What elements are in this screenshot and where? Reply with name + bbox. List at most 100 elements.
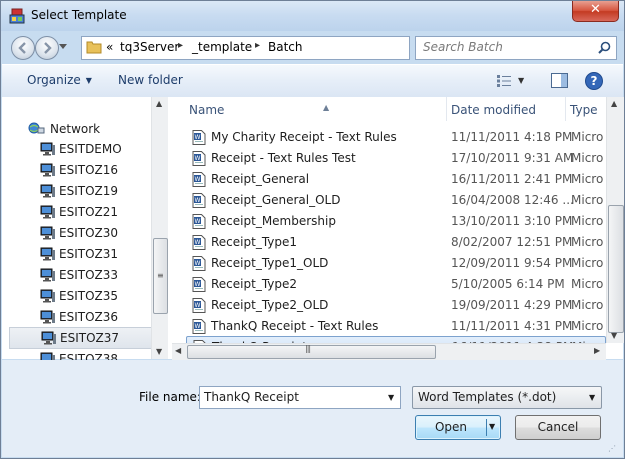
breadcrumb-template[interactable]: _template	[192, 40, 252, 54]
nav-computer-esitoz37[interactable]: ESITOZ37	[9, 327, 153, 349]
search-icon[interactable]	[598, 41, 611, 54]
nav-computer-esitoz36[interactable]: ESITOZ36	[2, 307, 152, 327]
forward-button[interactable]	[35, 36, 59, 60]
new-folder-button[interactable]: New folder	[118, 73, 183, 87]
nav-computer-esitoz33[interactable]: ESITOZ33	[2, 265, 152, 285]
grip-icon: |||	[305, 344, 311, 353]
cancel-button[interactable]: Cancel	[515, 415, 601, 440]
nav-computer-esitoz16[interactable]: ESITOZ16	[2, 160, 152, 180]
nav-computer-esitoz35[interactable]: ESITOZ35	[2, 286, 152, 306]
breadcrumb-overflow[interactable]: «	[106, 40, 113, 54]
nav-network[interactable]: Network	[2, 119, 152, 139]
word-template-icon: W	[192, 130, 206, 145]
file-list-scroll-thumb[interactable]	[608, 205, 624, 333]
nav-scroll-thumb[interactable]: ≡	[153, 238, 168, 314]
file-row[interactable]: W ThankQ Receipt - Text Rules 11/11/2011 4…	[186, 316, 606, 336]
file-name: Receipt_Type2_OLD	[211, 298, 329, 312]
file-type: Micro	[571, 277, 604, 291]
view-options-icon[interactable]	[496, 74, 512, 88]
computer-icon	[40, 310, 55, 324]
computer-icon	[40, 268, 55, 282]
back-button[interactable]	[11, 36, 35, 60]
nav-scrollbar[interactable]: ▲ ≡ ▼	[151, 97, 168, 359]
column-header-date[interactable]: Date modified	[447, 97, 557, 121]
file-row[interactable]: W Receipt_General 16/11/2011 2:41 PM Micro	[186, 169, 606, 189]
search-input[interactable]: Search Batch	[415, 36, 617, 60]
recent-pages-dropdown[interactable]	[59, 44, 67, 50]
file-row[interactable]: W Receipt_Type2_OLD 19/09/2011 4:29 PM Micr…	[186, 295, 606, 315]
file-list-vertical-scrollbar[interactable]: ▲ ▼	[606, 97, 624, 343]
file-name: Receipt_Membership	[211, 214, 336, 228]
file-list: Name ▲ Date modified Type W My Charity Re…	[172, 97, 606, 343]
file-row[interactable]: W Receipt_General_OLD 16/04/2008 12:46 ...…	[186, 190, 606, 210]
column-header-name[interactable]: Name ▲	[186, 97, 446, 121]
file-type: Micro	[571, 193, 604, 207]
window-title: Select Template	[31, 8, 127, 22]
computer-icon	[40, 205, 55, 219]
open-label: Open	[434, 420, 468, 434]
nav-computer-label: ESITOZ31	[59, 247, 119, 261]
open-button[interactable]: Open ▼	[415, 415, 501, 440]
grip-icon: ≡	[157, 271, 164, 280]
nav-computer-esitoz30[interactable]: ESITOZ30	[2, 223, 152, 243]
file-name: ThankQ Receipt - Text Rules	[211, 319, 379, 333]
address-bar[interactable]: « tq3Server ▸ _template ▸ Batch ▼	[81, 36, 483, 60]
breadcrumb-separator-icon[interactable]: ▸	[178, 40, 183, 51]
scroll-up-icon[interactable]: ▲	[156, 99, 162, 108]
browser-content: Network ESITDEMO ESITOZ16 ESITOZ19 ESITOZ21…	[2, 97, 624, 366]
breadcrumb-separator-icon[interactable]: ▸	[255, 40, 260, 51]
preview-pane-icon[interactable]	[551, 73, 568, 88]
word-template-icon: W	[192, 298, 206, 313]
view-dropdown-icon[interactable]: ▼	[518, 76, 524, 85]
computer-icon	[40, 289, 55, 303]
computer-icon	[41, 331, 56, 345]
svg-text:W: W	[195, 155, 201, 162]
file-date-modified: 16/04/2008 12:46 ...	[451, 193, 574, 207]
sort-ascending-icon: ▲	[323, 103, 330, 112]
nav-computer-label: ESITOZ35	[59, 289, 119, 303]
column-header-type[interactable]: Type	[566, 97, 606, 121]
file-name: Receipt_Type2	[211, 277, 298, 291]
scroll-down-icon[interactable]: ▼	[156, 347, 162, 356]
file-name-input[interactable]: ThankQ Receipt ▼	[199, 386, 401, 409]
file-name: My Charity Receipt - Text Rules	[211, 130, 397, 144]
nav-computer-esitdemo[interactable]: ESITDEMO	[2, 139, 152, 159]
file-name-dropdown-icon[interactable]: ▼	[388, 393, 394, 402]
nav-computer-esitoz31[interactable]: ESITOZ31	[2, 244, 152, 264]
file-row[interactable]: WThankQ Receipt16/11/2011 4:38 PMMicro	[186, 336, 606, 343]
scroll-up-icon[interactable]: ▲	[611, 99, 617, 108]
file-type-select[interactable]: Word Templates (*.dot) ▼	[412, 386, 602, 409]
file-row[interactable]: W Receipt_Type1 8/02/2007 12:51 PM Micro	[186, 232, 606, 252]
file-name-value[interactable]: ThankQ Receipt	[204, 390, 299, 404]
svg-text:W: W	[195, 197, 201, 204]
nav-computer-label: ESITOZ36	[59, 310, 119, 324]
scroll-right-icon[interactable]: ▶	[594, 346, 600, 355]
file-row[interactable]: W Receipt_Type1_OLD 12/09/2011 9:54 PM Micr…	[186, 253, 606, 273]
file-row[interactable]: W Receipt - Text Rules Test 17/10/2011 9:3…	[186, 148, 606, 168]
file-date-modified: 17/10/2011 9:31 AM	[451, 151, 574, 165]
file-row[interactable]: W My Charity Receipt - Text Rules 11/11/20…	[186, 127, 606, 147]
search-placeholder: Search Batch	[423, 40, 503, 54]
scroll-left-icon[interactable]: ◀	[175, 346, 181, 355]
close-button[interactable]: ✕	[572, 1, 619, 22]
navigation-pane: Network ESITDEMO ESITOZ16 ESITOZ19 ESITOZ21…	[2, 97, 168, 366]
resize-grip-icon[interactable]: ⋰	[608, 444, 616, 453]
file-list-horizontal-scrollbar[interactable]: ◀ ||| ▶	[172, 343, 606, 360]
organize-button[interactable]: Organize ▼	[27, 73, 92, 87]
nav-computer-esitoz19[interactable]: ESITOZ19	[2, 181, 152, 201]
nav-computer-esitoz21[interactable]: ESITOZ21	[2, 202, 152, 222]
help-icon[interactable]: ?	[585, 72, 603, 90]
horizontal-scroll-thumb[interactable]: |||	[187, 344, 436, 359]
breadcrumb-tq3server[interactable]: tq3Server	[120, 40, 179, 54]
file-date-modified: 12/09/2011 9:54 PM	[451, 256, 573, 270]
open-options-dropdown-icon[interactable]: ▼	[489, 422, 495, 431]
scroll-down-icon[interactable]: ▼	[611, 331, 617, 340]
file-type: Micro	[571, 172, 604, 186]
word-template-icon: W	[192, 235, 206, 250]
file-row[interactable]: W Receipt_Type2 5/10/2005 6:14 PM Micro	[186, 274, 606, 294]
breadcrumb-batch[interactable]: Batch	[268, 40, 303, 54]
nav-computer-label: ESITOZ30	[59, 226, 119, 240]
back-arrow-icon	[18, 42, 26, 54]
file-row[interactable]: W Receipt_Membership 13/10/2011 3:10 PM Mic…	[186, 211, 606, 231]
chevron-down-icon: ▼	[85, 76, 92, 85]
